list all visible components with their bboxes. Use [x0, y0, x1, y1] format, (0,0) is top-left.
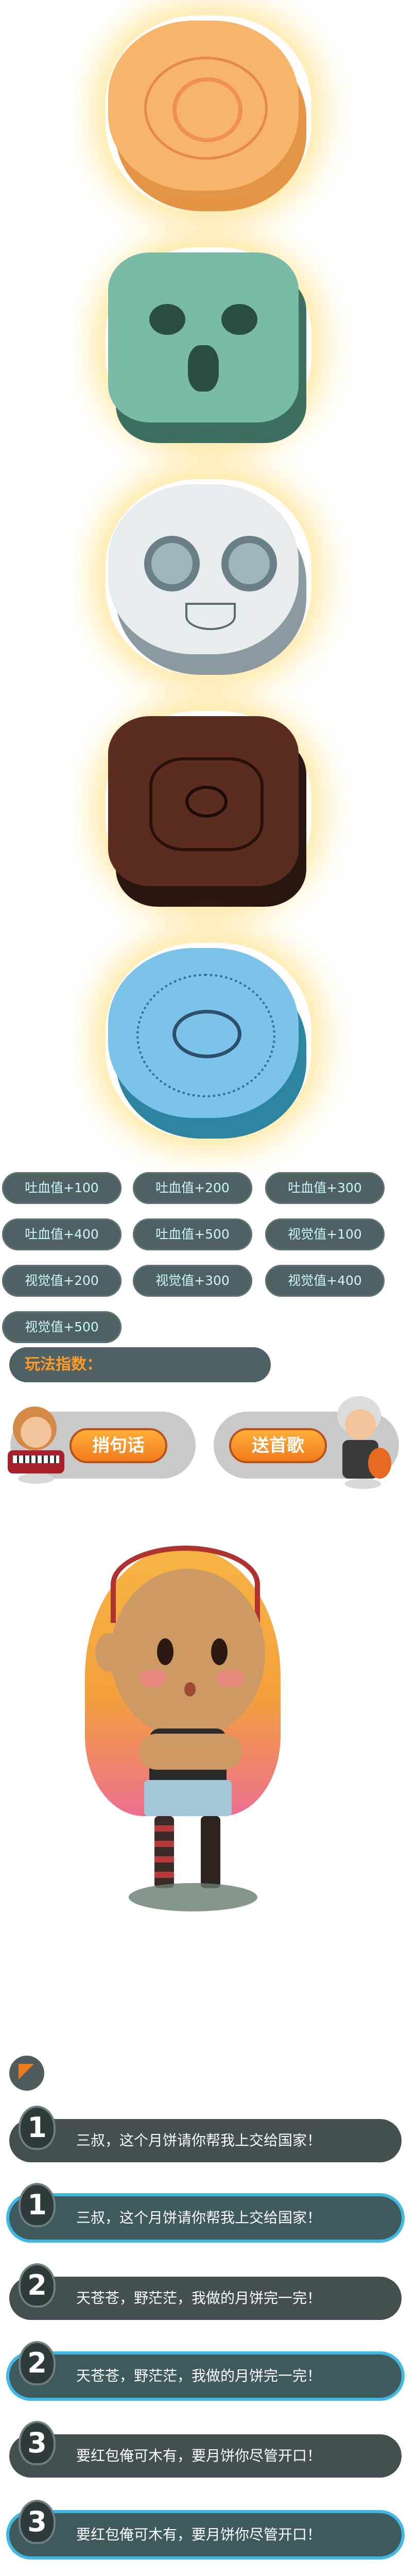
stat-pill: 视觉值+100: [265, 1218, 385, 1250]
dialogue-line[interactable]: 2 天苍苍，野茫茫，我做的月饼完一完！: [9, 2263, 402, 2320]
stat-pill: 吐血值+300: [265, 1172, 385, 1204]
dialogue-line-highlighted[interactable]: 2 天苍苍，野茫茫，我做的月饼完一完！: [9, 2341, 402, 2398]
stat-pill: 吐血值+500: [133, 1218, 252, 1250]
line-number: 1: [19, 2183, 56, 2227]
section-marker-icon: [9, 2056, 44, 2091]
line-number: 3: [19, 2500, 56, 2544]
mooncake-orange: [85, 0, 332, 227]
stat-pill: 视觉值+400: [265, 1265, 385, 1297]
dialogue-line[interactable]: 1 三叔，这个月饼请你帮我上交给国家！: [9, 2106, 402, 2162]
line-text: 要红包俺可木有，要月饼你尽管开口！: [76, 2447, 322, 2464]
mooncake-silver: [85, 464, 332, 690]
dialogue-line-highlighted[interactable]: 1 三叔，这个月饼请你帮我上交给国家！: [9, 2183, 402, 2240]
line-text: 要红包俺可木有，要月饼你尽管开口！: [76, 2526, 322, 2543]
dialogue-line-highlighted[interactable]: 3 要红包俺可木有，要月饼你尽管开口！: [9, 2500, 402, 2556]
line-text: 三叔，这个月饼请你帮我上交给国家！: [76, 2209, 322, 2226]
stat-pill: 吐血值+100: [2, 1172, 121, 1204]
line-text: 三叔，这个月饼请你帮我上交给国家！: [76, 2132, 322, 2149]
mooncake-dark: [85, 696, 332, 922]
line-number: 2: [19, 2263, 56, 2308]
send-message-button[interactable]: 捎句话: [70, 1428, 167, 1463]
line-text: 天苍苍，野茫茫，我做的月饼完一完！: [76, 2367, 322, 2384]
pipa-girl-avatar: [0, 1401, 67, 1489]
stat-pill: 视觉值+200: [2, 1265, 121, 1297]
line-number: 3: [19, 2421, 56, 2465]
line-number: 2: [19, 2341, 56, 2385]
girl-character-illustration: [62, 1533, 309, 1935]
dialogue-line[interactable]: 3 要红包俺可木有，要月饼你尽管开口！: [9, 2421, 402, 2478]
stat-pill: 视觉值+300: [133, 1265, 252, 1297]
line-number: 1: [19, 2106, 56, 2150]
stat-pill: 吐血值+200: [133, 1172, 252, 1204]
strategy-label: 玩法指数：: [25, 1355, 102, 1374]
stat-pill: 吐血值+400: [2, 1218, 121, 1250]
stat-pill: 视觉值+500: [2, 1311, 121, 1343]
line-text: 天苍苍，野茫茫，我做的月饼完一完！: [76, 2290, 322, 2307]
send-song-button[interactable]: 送首歌: [229, 1428, 327, 1463]
mooncake-teal: [85, 232, 332, 459]
mooncake-blue: [85, 927, 332, 1154]
guitar-boy-avatar: [327, 1396, 404, 1492]
